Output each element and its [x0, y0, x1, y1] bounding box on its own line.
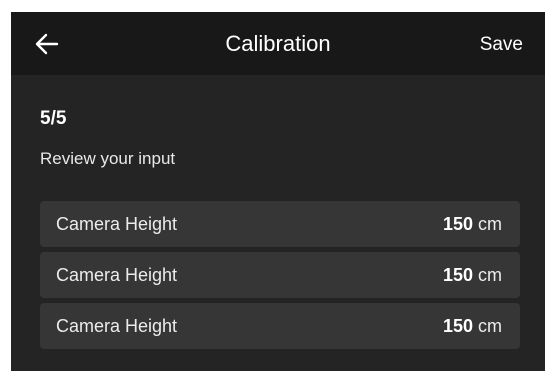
row-value: 150 cm	[443, 316, 502, 337]
review-list: Camera Height 150 cm Camera Height 150 c…	[40, 201, 520, 354]
row-label: Camera Height	[56, 315, 178, 336]
step-indicator: 5/5	[40, 108, 67, 129]
calibration-screen: Calibration Save 5/5 Review your input C…	[11, 12, 545, 371]
review-row-camera-height[interactable]: Camera Height 150 cm	[40, 201, 520, 247]
row-value-unit: cm	[478, 213, 502, 234]
row-label: Camera Height	[56, 213, 178, 234]
row-value: 150 cm	[443, 214, 502, 235]
review-heading: Review your input	[40, 149, 176, 168]
row-value-unit: cm	[478, 315, 502, 336]
row-value: 150 cm	[443, 265, 502, 286]
review-row-camera-height[interactable]: Camera Height 150 cm	[40, 252, 520, 298]
row-value-unit: cm	[478, 264, 502, 285]
arrow-left-icon	[35, 33, 59, 55]
top-app-bar: Calibration Save	[11, 12, 545, 75]
save-button[interactable]: Save	[480, 33, 523, 57]
row-value-number: 150	[442, 213, 473, 234]
back-button[interactable]	[35, 31, 75, 57]
page-title: Calibration	[225, 31, 331, 56]
review-row-camera-height[interactable]: Camera Height 150 cm	[40, 303, 520, 349]
row-value-number: 150	[442, 264, 473, 285]
row-value-number: 150	[442, 315, 473, 336]
row-label: Camera Height	[56, 264, 178, 285]
